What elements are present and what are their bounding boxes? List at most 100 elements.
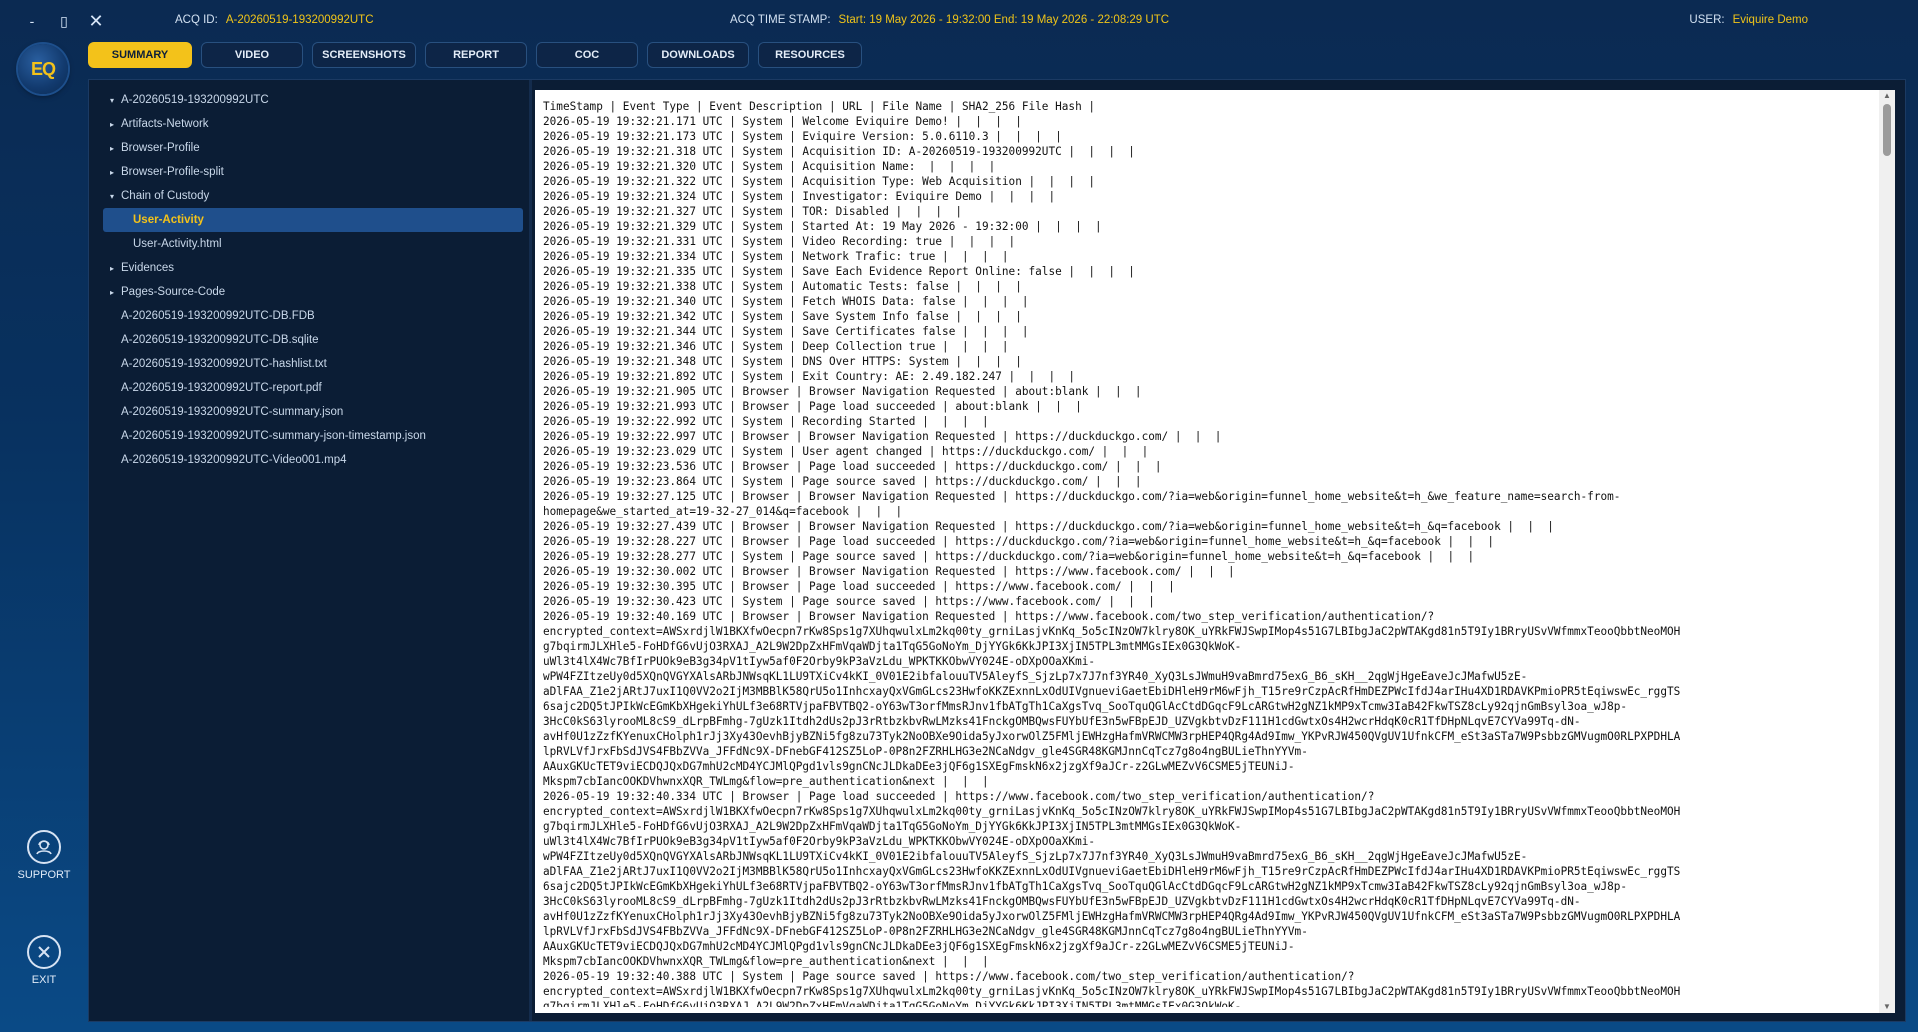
- tab-report[interactable]: REPORT: [425, 42, 527, 68]
- tab-resources[interactable]: RESOURCES: [758, 42, 862, 68]
- log-line: 2026-05-19 19:32:23.029 UTC | System | U…: [543, 445, 1149, 458]
- main-tabs: SUMMARY VIDEO SCREENSHOTS REPORT COC DOW…: [88, 42, 862, 68]
- log-line: 2026-05-19 19:32:21.993 UTC | Browser | …: [543, 400, 1082, 413]
- log-line: avHf0U1zZzfKYenuxCHolph1rJj3Xy43OevhBjyB…: [543, 910, 1681, 923]
- log-line: lpRVLVfJrxFbSdJVS4FBbZVVa_JFFdNc9X-DFneb…: [543, 925, 1308, 938]
- log-line: 2026-05-19 19:32:30.423 UTC | System | P…: [543, 595, 1155, 608]
- support-label: SUPPORT: [17, 869, 71, 881]
- log-text: TimeStamp | Event Type | Event Descripti…: [543, 99, 1888, 1007]
- log-line: 2026-05-19 19:32:28.277 UTC | System | P…: [543, 550, 1475, 563]
- log-line: 2026-05-19 19:32:21.335 UTC | System | S…: [543, 265, 1135, 278]
- log-line: Mkspm7cbIancOOKDVhwnxXQR_TWLmg&flow=pre_…: [543, 955, 989, 968]
- log-line: 2026-05-19 19:32:21.338 UTC | System | A…: [543, 280, 1022, 293]
- log-line: encrypted_context=AWSxrdjlW1BKXfwOecpn7r…: [543, 985, 1681, 998]
- log-line: 2026-05-19 19:32:40.388 UTC | System | P…: [543, 970, 1355, 983]
- tree-node-label: A-20260519-193200992UTC-DB.FDB: [121, 310, 315, 322]
- log-line: 2026-05-19 19:32:30.395 UTC | Browser | …: [543, 580, 1175, 593]
- log-line: 2026-05-19 19:32:27.125 UTC | Browser | …: [543, 490, 1621, 503]
- scroll-thumb[interactable]: [1883, 104, 1891, 156]
- log-line: 2026-05-19 19:32:21.346 UTC | System | D…: [543, 340, 1009, 353]
- log-line: 2026-05-19 19:32:21.344 UTC | System | S…: [543, 325, 1029, 338]
- scroll-up-icon[interactable]: ▲: [1879, 90, 1895, 102]
- tree-node-file-video[interactable]: A-20260519-193200992UTC-Video001.mp4: [103, 448, 523, 472]
- log-line: AAuxGKUcTET9viECDQJQxDG7mhU2cMD4YCJMlQPg…: [543, 760, 1295, 773]
- log-line: wPW4FZItzeUy0d5XQnQVGYXAlsARbJNWsqKL1LU9…: [543, 670, 1528, 683]
- chevron-right-icon: ▸: [109, 167, 114, 177]
- tree-node-label: Artifacts-Network: [121, 118, 209, 130]
- log-line: 2026-05-19 19:32:21.331 UTC | System | V…: [543, 235, 1016, 248]
- tree-node-browser-profile[interactable]: ▸ Browser-Profile: [103, 136, 523, 160]
- log-scrollbar[interactable]: ▲ ▼: [1879, 90, 1895, 1013]
- log-line: 3HcC0kS63lyrooML8cS9_dLrpBFmhg-7gUzk1Itd…: [543, 715, 1581, 728]
- tree-node-user-activity-html[interactable]: User-Activity.html: [103, 232, 523, 256]
- tree-node-pages-source-code[interactable]: ▸ Pages-Source-Code: [103, 280, 523, 304]
- minimize-icon[interactable]: -: [16, 10, 48, 32]
- log-line: 2026-05-19 19:32:21.342 UTC | System | S…: [543, 310, 1022, 323]
- support-button[interactable]: SUPPORT: [0, 830, 88, 881]
- user-info: USER: Eviquire Demo: [1689, 14, 1808, 26]
- tree-node-label: Chain of Custody: [121, 190, 210, 202]
- log-line: lpRVLVfJrxFbSdJVS4FBbZVVa_JFFdNc9X-DFneb…: [543, 745, 1308, 758]
- tree-node-label: Browser-Profile: [121, 142, 200, 154]
- chevron-right-icon: ▸: [109, 119, 114, 129]
- tree-node-label: A-20260519-193200992UTC-DB.sqlite: [121, 334, 319, 346]
- log-line: g7bqirmJLXHle5-FoHDfG6vUjO3RXAJ_A2L9W2Dp…: [543, 820, 1242, 833]
- tree-node-file-fdb[interactable]: A-20260519-193200992UTC-DB.FDB: [103, 304, 523, 328]
- acq-timestamp-label: ACQ TIME STAMP:: [730, 14, 831, 26]
- tree-node-file-hashlist[interactable]: A-20260519-193200992UTC-hashlist.txt: [103, 352, 523, 376]
- tree-node-label: A-20260519-193200992UTC-summary.json: [121, 406, 344, 418]
- log-viewer[interactable]: TimeStamp | Event Type | Event Descripti…: [535, 90, 1895, 1013]
- app-logo-text: EQ: [30, 58, 56, 79]
- tree-node-label: A-20260519-193200992UTC-hashlist.txt: [121, 358, 327, 370]
- tab-downloads[interactable]: DOWNLOADS: [647, 42, 749, 68]
- log-line: 2026-05-19 19:32:23.536 UTC | Browser | …: [543, 460, 1162, 473]
- restore-icon[interactable]: ▯: [48, 10, 80, 32]
- log-line: uWl3t4lX4Wc7BfIrPUOk9eB3g34pV1tIyw5af0F2…: [543, 655, 1096, 668]
- tree-node-chain-of-custody[interactable]: ▾ Chain of Custody: [103, 184, 523, 208]
- tab-video[interactable]: VIDEO: [201, 42, 303, 68]
- tree-node-file-sqlite[interactable]: A-20260519-193200992UTC-DB.sqlite: [103, 328, 523, 352]
- tab-coc[interactable]: COC: [536, 42, 638, 68]
- window-controls: - ▯ ✕: [16, 10, 112, 32]
- scroll-down-icon[interactable]: ▼: [1879, 1001, 1895, 1013]
- acq-id-value: A-20260519-193200992UTC: [225, 14, 374, 26]
- acq-timestamp: ACQ TIME STAMP: Start: 19 May 2026 - 19:3…: [730, 14, 1169, 26]
- tab-summary[interactable]: SUMMARY: [88, 42, 192, 68]
- tree-node-browser-profile-split[interactable]: ▸ Browser-Profile-split: [103, 160, 523, 184]
- tree-node-label: Evidences: [121, 262, 175, 274]
- log-line: 2026-05-19 19:32:21.334 UTC | System | N…: [543, 250, 1009, 263]
- log-line: g7bqirmJLXHle5-FoHDfG6vUjO3RXAJ_A2L9W2Dp…: [543, 1000, 1242, 1007]
- tree-node-user-activity[interactable]: User-Activity: [103, 208, 523, 232]
- log-line: 2026-05-19 19:32:23.864 UTC | System | P…: [543, 475, 1142, 488]
- acq-timestamp-value: Start: 19 May 2026 - 19:32:00 End: 19 Ma…: [838, 14, 1170, 26]
- tab-screenshots[interactable]: SCREENSHOTS: [312, 42, 416, 68]
- chevron-right-icon: ▸: [109, 287, 114, 297]
- log-line: 2026-05-19 19:32:21.173 UTC | System | E…: [543, 130, 1062, 143]
- tree-node-artifacts-network[interactable]: ▸ Artifacts-Network: [103, 112, 523, 136]
- tree-node-label: Browser-Profile-split: [121, 166, 224, 178]
- log-line: TimeStamp | Event Type | Event Descripti…: [543, 100, 1096, 113]
- log-line: avHf0U1zZzfKYenuxCHolph1rJj3Xy43OevhBjyB…: [543, 730, 1681, 743]
- exit-icon: [27, 935, 61, 969]
- file-tree: ▾ A-20260519-193200992UTC ▸ Artifacts-Netw…: [103, 88, 523, 472]
- log-line: Mkspm7cbIancOOKDVhwnxXQR_TWLmg&flow=pre_…: [543, 775, 989, 788]
- close-icon[interactable]: ✕: [80, 10, 112, 32]
- exit-button[interactable]: EXIT: [0, 935, 88, 986]
- acq-id: ACQ ID: A-20260519-193200992UTC: [175, 14, 374, 26]
- log-line: aDlFAA_Z1e2jARtJ7uxI1Q0VV2o2IjM3MBBlK58Q…: [543, 865, 1681, 878]
- tree-node-file-summary-timestamp[interactable]: A-20260519-193200992UTC-summary-json-tim…: [103, 424, 523, 448]
- tree-node-label: User-Activity.html: [133, 238, 222, 250]
- tree-node-root[interactable]: ▾ A-20260519-193200992UTC: [103, 88, 523, 112]
- log-line: 2026-05-19 19:32:21.322 UTC | System | A…: [543, 175, 1096, 188]
- chevron-right-icon: ▸: [109, 143, 114, 153]
- log-line: 2026-05-19 19:32:21.905 UTC | Browser | …: [543, 385, 1142, 398]
- log-line: 2026-05-19 19:32:21.340 UTC | System | F…: [543, 295, 1029, 308]
- tree-node-file-summary-json[interactable]: A-20260519-193200992UTC-summary.json: [103, 400, 523, 424]
- tree-node-evidences[interactable]: ▸ Evidences: [103, 256, 523, 280]
- log-line: encrypted_context=AWSxrdjlW1BKXfwOecpn7r…: [543, 805, 1681, 818]
- panel-splitter[interactable]: [529, 80, 532, 1021]
- log-line: 2026-05-19 19:32:30.002 UTC | Browser | …: [543, 565, 1235, 578]
- log-line: 3HcC0kS63lyrooML8cS9_dLrpBFmhg-7gUzk1Itd…: [543, 895, 1581, 908]
- exit-label: EXIT: [31, 974, 57, 986]
- tree-node-file-report[interactable]: A-20260519-193200992UTC-report.pdf: [103, 376, 523, 400]
